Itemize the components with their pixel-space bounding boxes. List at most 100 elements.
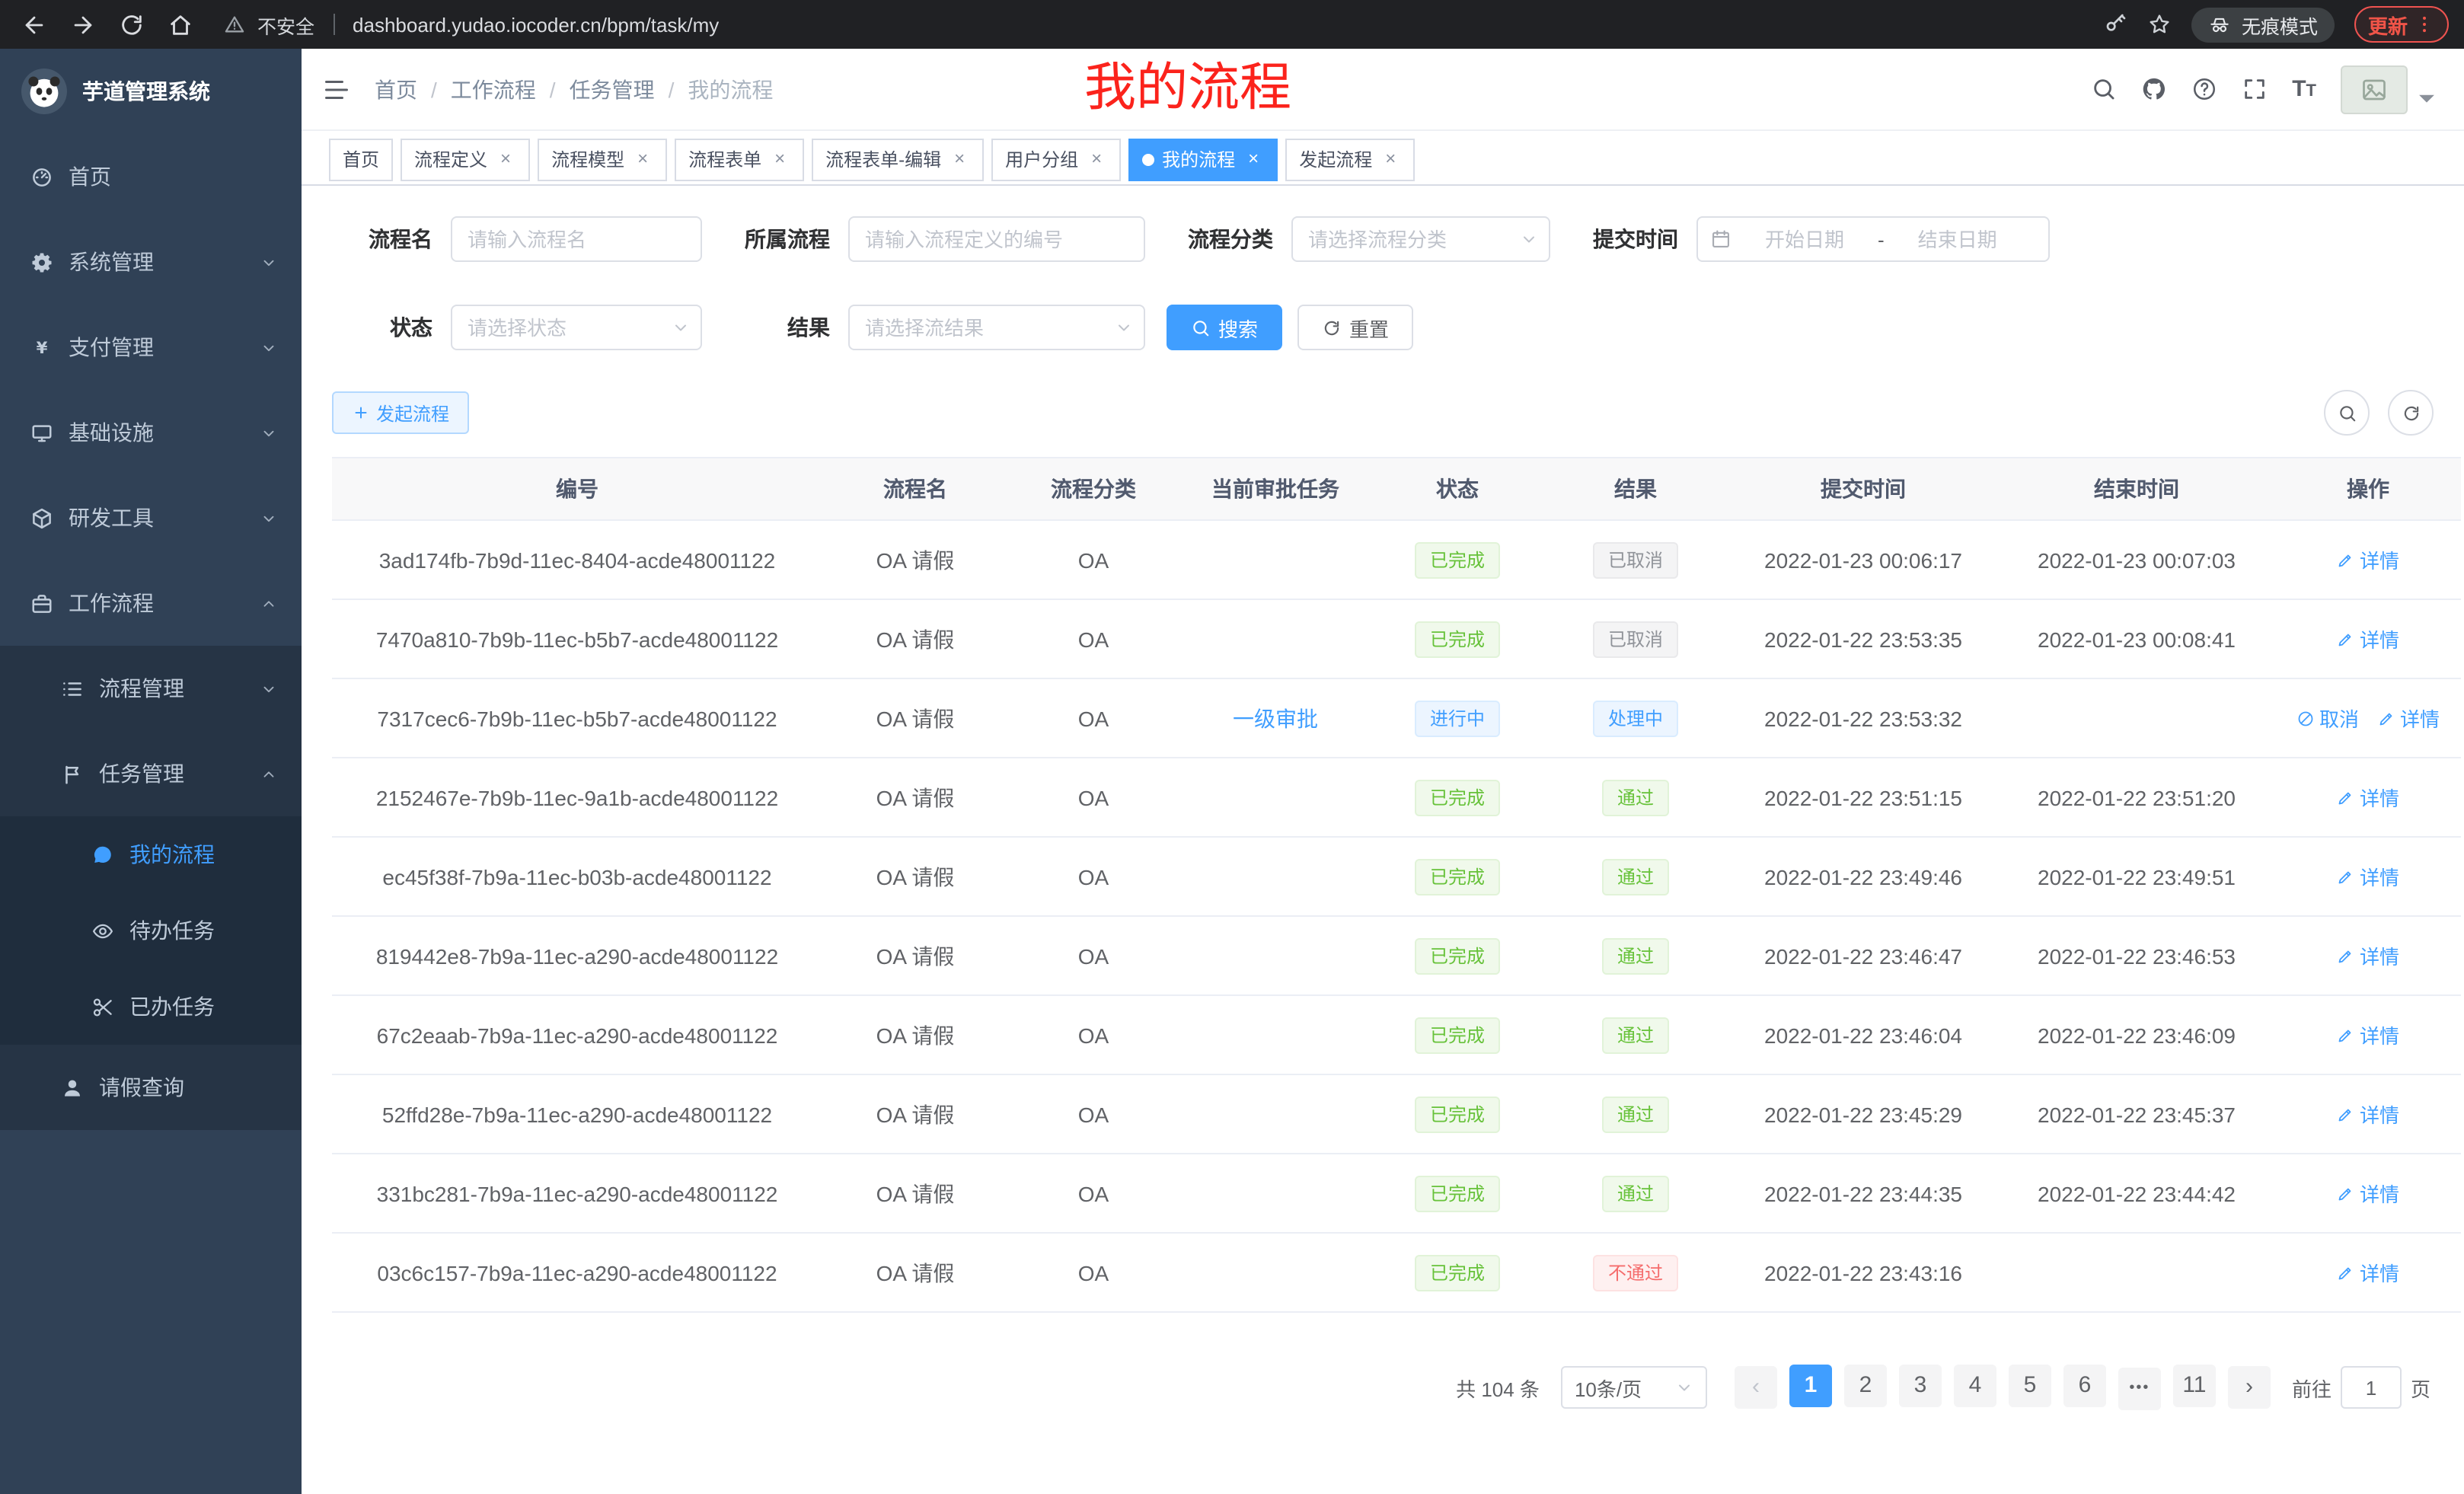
action-detail-link[interactable]: 详情 bbox=[2337, 1100, 2399, 1128]
url-text[interactable]: dashboard.yudao.iocoder.cn/bpm/task/my bbox=[353, 13, 719, 36]
font-size-icon[interactable]: TT bbox=[2292, 78, 2316, 101]
sidebar-item-infrastructure[interactable]: 基础设施 bbox=[0, 390, 302, 475]
github-icon[interactable] bbox=[2141, 76, 2167, 102]
tab-process-form-edit[interactable]: 流程表单-编辑× bbox=[812, 138, 984, 180]
result-select[interactable] bbox=[848, 305, 1145, 350]
fullscreen-icon[interactable] bbox=[2242, 76, 2268, 102]
cell-category: OA bbox=[1008, 837, 1179, 916]
address-bar[interactable]: 不安全 dashboard.yudao.iocoder.cn/bpm/task/… bbox=[224, 10, 2094, 39]
back-icon[interactable] bbox=[21, 11, 47, 37]
close-icon[interactable]: × bbox=[949, 148, 970, 170]
search-icon[interactable] bbox=[2091, 76, 2117, 102]
forward-icon[interactable] bbox=[70, 11, 96, 37]
status-badge: 进行中 bbox=[1415, 700, 1500, 736]
tab-my-process[interactable]: 我的流程× bbox=[1128, 138, 1278, 180]
page-button-2[interactable]: 2 bbox=[1844, 1365, 1887, 1407]
action-detail-link[interactable]: 详情 bbox=[2337, 941, 2399, 970]
column-header: 状态 bbox=[1372, 458, 1543, 520]
status-select[interactable] bbox=[451, 305, 702, 350]
sidebar-item-system-management[interactable]: 系统管理 bbox=[0, 219, 302, 305]
sidebar-item-process-management[interactable]: 流程管理 bbox=[0, 646, 302, 731]
sidebar-item-my-process[interactable]: 我的流程 bbox=[0, 816, 302, 892]
action-detail-link[interactable]: 详情 bbox=[2337, 545, 2399, 574]
cell-process-id: 2152467e-7b9b-11ec-9a1b-acde48001122 bbox=[332, 758, 822, 837]
sidebar-item-workflow[interactable]: 工作流程 bbox=[0, 560, 302, 646]
sidebar-item-task-management[interactable]: 任务管理 bbox=[0, 731, 302, 816]
submit-time-range[interactable]: - bbox=[1696, 216, 2050, 262]
cell-status: 已完成 bbox=[1372, 916, 1543, 995]
prev-page-button[interactable]: ‹ bbox=[1735, 1366, 1777, 1409]
tab-process-form[interactable]: 流程表单× bbox=[675, 138, 804, 180]
breadcrumb-item[interactable]: 任务管理 bbox=[570, 74, 655, 104]
page-button-3[interactable]: 3 bbox=[1899, 1365, 1942, 1407]
tab-start-process[interactable]: 发起流程× bbox=[1285, 138, 1415, 180]
tab-home[interactable]: 首页 bbox=[329, 138, 393, 180]
avatar[interactable] bbox=[2341, 65, 2408, 113]
cell-process-id: 3ad174fb-7b9d-11ec-8404-acde48001122 bbox=[332, 520, 822, 599]
tab-process-definition[interactable]: 流程定义× bbox=[401, 138, 530, 180]
close-icon[interactable]: × bbox=[1086, 148, 1107, 170]
date-start-input[interactable] bbox=[1738, 226, 1872, 252]
date-end-input[interactable] bbox=[1891, 226, 2025, 252]
close-icon[interactable]: × bbox=[1243, 148, 1264, 170]
help-icon[interactable] bbox=[2191, 76, 2217, 102]
page-button-6[interactable]: 6 bbox=[2063, 1365, 2106, 1407]
bookmark-star-icon[interactable] bbox=[2147, 12, 2172, 37]
breadcrumb-item[interactable]: 首页 bbox=[375, 74, 417, 104]
action-cancel-link[interactable]: 取消 bbox=[2296, 704, 2359, 733]
caret-down-icon[interactable] bbox=[2414, 85, 2440, 110]
task-link[interactable]: 一级审批 bbox=[1233, 706, 1318, 730]
key-icon[interactable] bbox=[2103, 12, 2127, 37]
refresh-table-button[interactable] bbox=[2388, 390, 2434, 436]
reset-button[interactable]: 重置 bbox=[1297, 305, 1413, 350]
page-size-select[interactable]: 10条/页 bbox=[1561, 1366, 1707, 1409]
sidebar-item-payment-management[interactable]: ¥支付管理 bbox=[0, 305, 302, 390]
action-detail-link[interactable]: 详情 bbox=[2337, 1020, 2399, 1049]
page-button-11[interactable]: 11 bbox=[2173, 1365, 2216, 1407]
action-detail-link[interactable]: 详情 bbox=[2337, 862, 2399, 891]
sidebar-item-leave-query[interactable]: 请假查询 bbox=[0, 1045, 302, 1130]
close-icon[interactable]: × bbox=[495, 148, 516, 170]
action-detail-link[interactable]: 详情 bbox=[2337, 624, 2399, 653]
page-button-1[interactable]: 1 bbox=[1789, 1365, 1832, 1407]
tab-user-group[interactable]: 用户分组× bbox=[991, 138, 1121, 180]
search-button-label: 搜索 bbox=[1218, 313, 1258, 342]
tab-process-model[interactable]: 流程模型× bbox=[538, 138, 667, 180]
goto-page-input[interactable] bbox=[2341, 1366, 2402, 1409]
browser-window: 不安全 dashboard.yudao.iocoder.cn/bpm/task/… bbox=[0, 0, 2464, 1494]
toggle-search-button[interactable] bbox=[2324, 390, 2370, 436]
next-page-button[interactable]: › bbox=[2228, 1366, 2271, 1409]
sidebar: 芋道管理系统 首页系统管理¥支付管理基础设施研发工具工作流程流程管理任务管理我的… bbox=[0, 49, 302, 1494]
action-detail-link[interactable]: 详情 bbox=[2337, 1258, 2399, 1287]
incognito-label: 无痕模式 bbox=[2242, 10, 2318, 39]
cell-submit-time: 2022-01-22 23:46:04 bbox=[1728, 995, 1998, 1074]
app-logo[interactable]: 芋道管理系统 bbox=[0, 49, 302, 134]
sidebar-item-todo-tasks[interactable]: 待办任务 bbox=[0, 892, 302, 969]
start-process-button[interactable]: 发起流程 bbox=[332, 391, 469, 434]
breadcrumb-item[interactable]: 工作流程 bbox=[451, 74, 536, 104]
update-button[interactable]: 更新 bbox=[2354, 6, 2449, 43]
process-name-input[interactable] bbox=[451, 216, 702, 262]
sidebar-item-dev-tools[interactable]: 研发工具 bbox=[0, 475, 302, 560]
hamburger-icon[interactable] bbox=[323, 75, 350, 103]
page-button-4[interactable]: 4 bbox=[1954, 1365, 1996, 1407]
sidebar-item-done-tasks[interactable]: 已办任务 bbox=[0, 969, 302, 1045]
search-button[interactable]: 搜索 bbox=[1167, 305, 1282, 350]
close-icon[interactable]: × bbox=[769, 148, 790, 170]
reload-icon[interactable] bbox=[119, 11, 145, 37]
process-definition-input[interactable] bbox=[848, 216, 1145, 262]
more-pages-button[interactable]: ••• bbox=[2118, 1368, 2161, 1410]
close-icon[interactable]: × bbox=[632, 148, 653, 170]
home-icon[interactable] bbox=[168, 11, 193, 37]
sidebar-item-home[interactable]: 首页 bbox=[0, 134, 302, 219]
user-menu[interactable] bbox=[2341, 65, 2440, 113]
sidebar-item-label: 研发工具 bbox=[69, 503, 154, 533]
action-detail-link[interactable]: 详情 bbox=[2337, 1179, 2399, 1208]
menu-dots-icon[interactable] bbox=[2414, 14, 2435, 35]
action-detail-link[interactable]: 详情 bbox=[2337, 783, 2399, 812]
page-button-5[interactable]: 5 bbox=[2009, 1365, 2051, 1407]
close-icon[interactable]: × bbox=[1380, 148, 1401, 170]
cell-current-task bbox=[1179, 916, 1372, 995]
category-select[interactable] bbox=[1291, 216, 1550, 262]
action-detail-link[interactable]: 详情 bbox=[2377, 704, 2440, 733]
